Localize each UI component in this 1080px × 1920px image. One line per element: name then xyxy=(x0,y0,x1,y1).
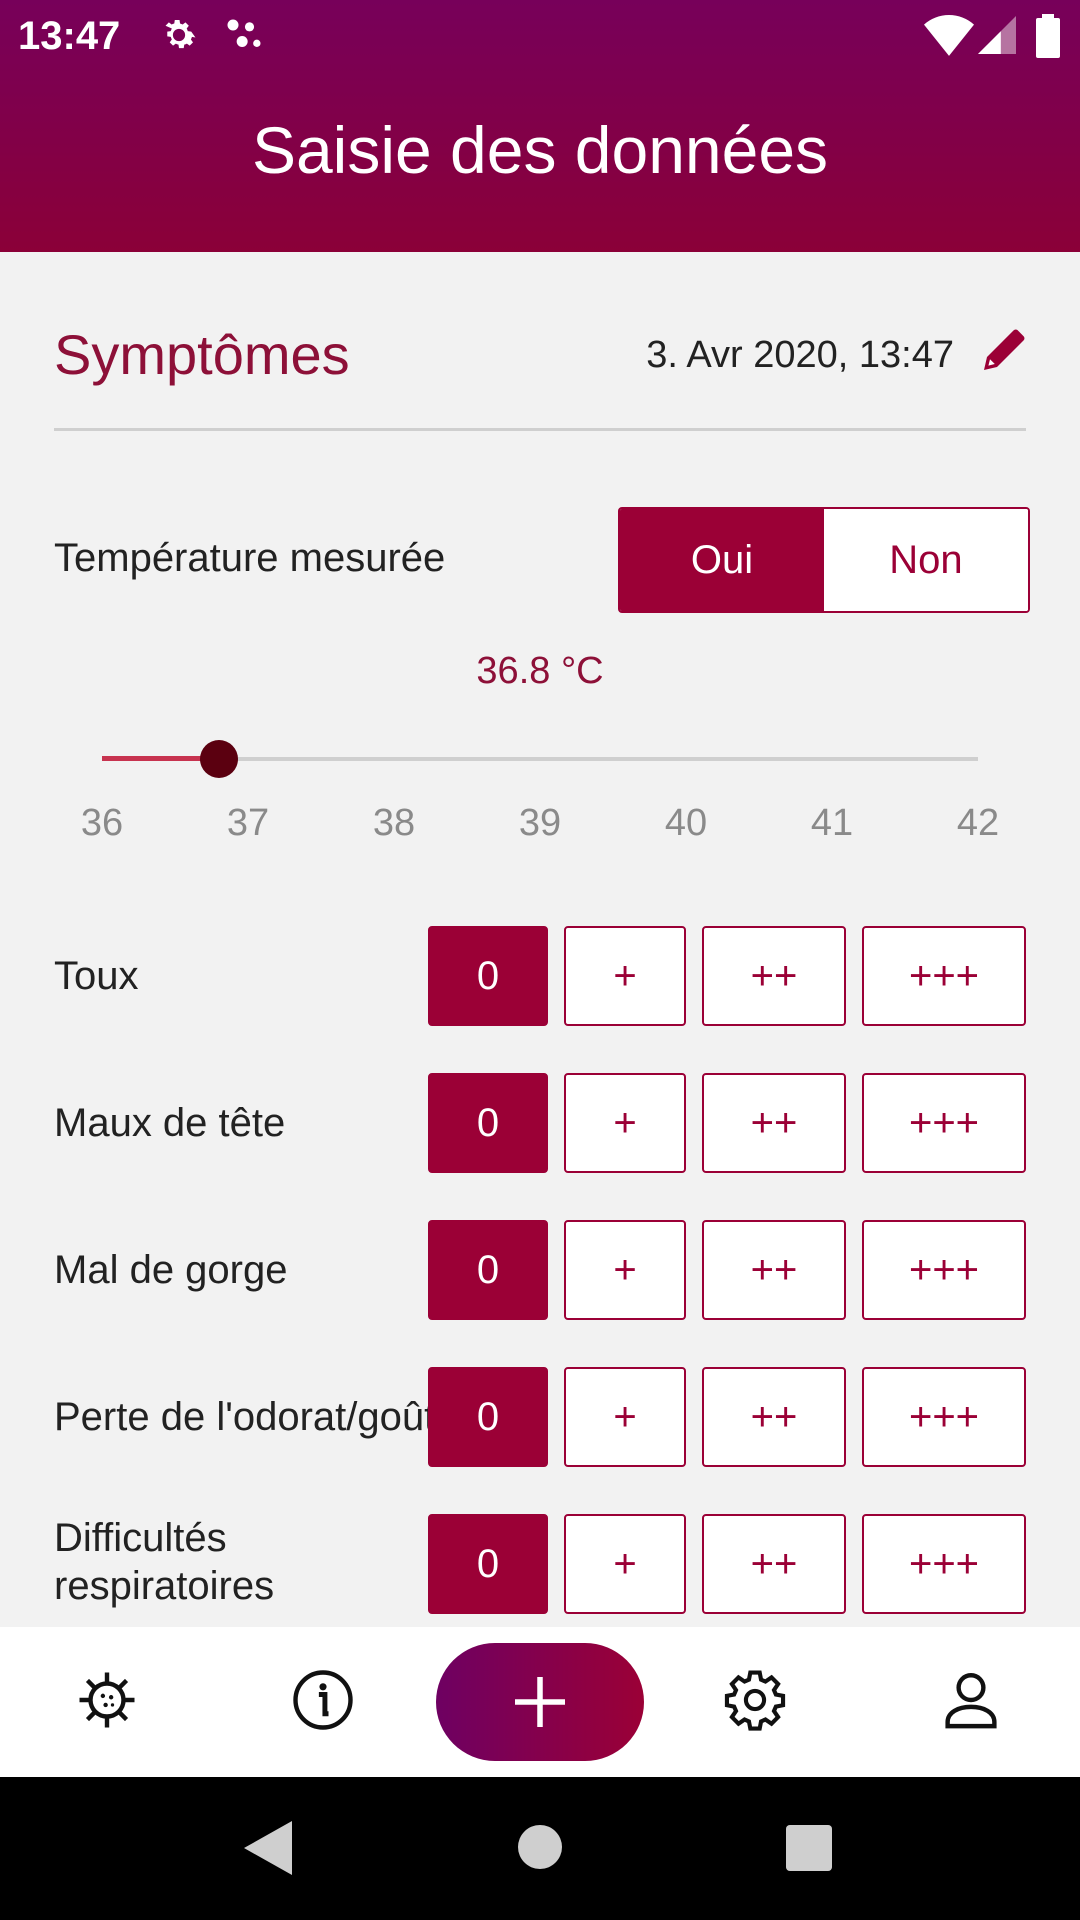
severity-button[interactable]: 0 xyxy=(428,1514,548,1614)
tick-label: 42 xyxy=(956,802,1000,844)
severity-button[interactable]: +++ xyxy=(862,1367,1026,1467)
severity-button[interactable]: 0 xyxy=(428,1073,548,1173)
severity-button[interactable]: 0 xyxy=(428,1220,548,1320)
symptom-label: Toux xyxy=(54,954,139,998)
severity-button[interactable]: +++ xyxy=(862,926,1026,1026)
back-icon[interactable] xyxy=(244,1821,292,1875)
severity-button[interactable]: + xyxy=(564,1514,686,1614)
gear-icon[interactable] xyxy=(722,1667,788,1733)
temperature-ticks: 36 37 38 39 40 41 42 xyxy=(0,802,1080,852)
wifi-icon xyxy=(924,15,974,56)
system-navigation-bar xyxy=(0,1777,1080,1920)
severity-button[interactable]: ++ xyxy=(702,926,846,1026)
tick-label: 41 xyxy=(810,802,854,844)
tick-label: 37 xyxy=(226,802,270,844)
battery-icon xyxy=(1036,14,1060,58)
app-header: 13:47 Saisie des données xyxy=(0,0,1080,252)
severity-button[interactable]: +++ xyxy=(862,1073,1026,1173)
severity-button[interactable]: ++ xyxy=(702,1514,846,1614)
severity-button[interactable]: + xyxy=(564,1073,686,1173)
page-title: Saisie des données xyxy=(251,113,829,187)
severity-button[interactable]: 0 xyxy=(428,1367,548,1467)
severity-button[interactable]: ++ xyxy=(702,1367,846,1467)
section-title: Symptômes xyxy=(54,323,350,386)
tick-label: 36 xyxy=(80,802,124,844)
temperature-no-button[interactable]: Non xyxy=(824,509,1028,611)
plus-icon xyxy=(515,1677,565,1727)
temperature-yes-button[interactable]: Oui xyxy=(620,509,824,611)
temperature-value: 36.8 °C xyxy=(476,650,604,692)
severity-button[interactable]: + xyxy=(564,1367,686,1467)
section-divider xyxy=(54,428,1026,431)
severity-button[interactable]: + xyxy=(564,1220,686,1320)
info-icon[interactable] xyxy=(290,1667,356,1733)
temperature-slider-thumb[interactable] xyxy=(199,740,238,778)
entry-datetime: 3. Avr 2020, 13:47 xyxy=(646,334,954,376)
dots-status-icon xyxy=(227,19,261,47)
status-time: 13:47 xyxy=(18,14,121,58)
tick-label: 40 xyxy=(664,802,708,844)
recents-icon[interactable] xyxy=(786,1825,832,1871)
severity-button[interactable]: ++ xyxy=(702,1220,846,1320)
symptom-label: Difficultés respiratoires xyxy=(54,1516,275,1608)
symptom-label: Mal de gorge xyxy=(54,1248,288,1292)
severity-button[interactable]: +++ xyxy=(862,1220,1026,1320)
user-icon[interactable] xyxy=(938,1667,1004,1733)
temperature-label: Température mesurée xyxy=(54,536,446,580)
status-bar: 13:47 xyxy=(0,0,1080,72)
add-entry-button[interactable] xyxy=(436,1643,644,1761)
tick-label: 38 xyxy=(372,802,416,844)
severity-button[interactable]: + xyxy=(564,926,686,1026)
tick-label: 39 xyxy=(518,802,562,844)
settings-status-icon xyxy=(165,19,196,49)
severity-button[interactable]: 0 xyxy=(428,926,548,1026)
virus-icon[interactable] xyxy=(74,1667,140,1733)
severity-button[interactable]: ++ xyxy=(702,1073,846,1173)
symptom-label: Perte de l'odorat/goût xyxy=(54,1395,436,1439)
cell-signal-icon xyxy=(978,16,1016,54)
symptom-label: Maux de tête xyxy=(54,1101,286,1145)
edit-pencil-icon[interactable] xyxy=(980,326,1028,374)
severity-button[interactable]: +++ xyxy=(862,1514,1026,1614)
home-icon[interactable] xyxy=(518,1825,562,1869)
temperature-toggle: Oui Non xyxy=(618,507,1030,613)
bottom-navigation xyxy=(0,1627,1080,1777)
